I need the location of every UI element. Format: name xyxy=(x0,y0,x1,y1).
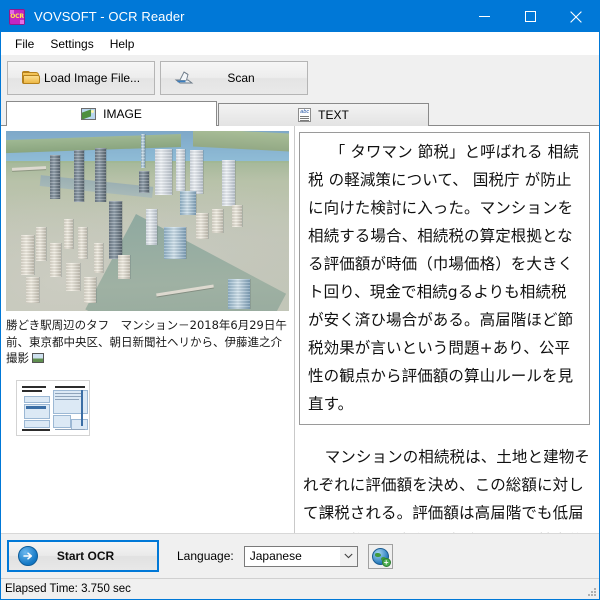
image-icon xyxy=(81,108,96,120)
menu-bar: File Settings Help xyxy=(1,32,599,55)
menu-item-help[interactable]: Help xyxy=(103,35,144,53)
chevron-down-icon xyxy=(340,547,357,566)
scan-button[interactable]: Scan xyxy=(160,61,308,95)
resize-grip-icon[interactable] xyxy=(587,587,597,597)
arrow-right-circle-icon xyxy=(18,546,38,566)
folder-icon xyxy=(18,71,44,85)
ocr-text-panel[interactable]: 「 タワマン 節税」と呼ばれる 相続税 の軽減策について、 国税庁 が防止に向け… xyxy=(295,126,599,533)
tab-text[interactable]: abc TEXT xyxy=(218,103,429,126)
load-image-file-label: Load Image File... xyxy=(44,71,140,85)
bottom-bar: Start OCR Language: Japanese + xyxy=(1,533,599,578)
close-button[interactable] xyxy=(553,1,599,32)
text-abc-icon: abc xyxy=(298,108,311,122)
download-language-button[interactable]: + xyxy=(368,544,393,569)
tab-image-label: IMAGE xyxy=(103,107,142,121)
menu-item-file[interactable]: File xyxy=(8,35,43,53)
ocr-paragraph-1: 「 タワマン 節税」と呼ばれる 相続税 の軽減策について、 国税庁 が防止に向け… xyxy=(308,138,581,418)
language-selected-value: Japanese xyxy=(245,549,340,563)
content-area: 勝どき駅周辺のタフ マンション－2018年6月29日午前、東京都中央区、朝日新聞… xyxy=(1,125,599,533)
minimize-button[interactable] xyxy=(461,1,507,32)
menu-item-settings[interactable]: Settings xyxy=(43,35,102,53)
close-icon xyxy=(570,11,582,23)
start-ocr-label: Start OCR xyxy=(38,549,133,563)
ocr-paragraph-2: マンションの相続税は、土地と建物それぞれに評価額を決め、この総額に対して課税され… xyxy=(303,443,590,533)
source-photo xyxy=(6,131,289,311)
language-label: Language: xyxy=(177,549,234,563)
tab-strip: IMAGE abc TEXT xyxy=(1,101,599,126)
ocr-app-icon: OCR xyxy=(9,9,25,25)
photo-thumbnail-icon xyxy=(32,353,44,363)
toolbar: Load Image File... Scan xyxy=(1,55,599,99)
app-window: OCR VOVSOFT - OCR Reader File Sett xyxy=(0,0,600,600)
photo-caption-text: 勝どき駅周辺のタフ マンション－2018年6月29日午前、東京都中央区、朝日新聞… xyxy=(6,318,287,365)
tab-image[interactable]: IMAGE xyxy=(6,101,217,126)
image-preview-panel[interactable]: 勝どき駅周辺のタフ マンション－2018年6月29日午前、東京都中央区、朝日新聞… xyxy=(1,126,295,533)
scanner-icon xyxy=(171,70,197,86)
app-icon-label: OCR xyxy=(10,14,24,20)
language-select[interactable]: Japanese xyxy=(244,546,358,567)
load-image-file-button[interactable]: Load Image File... xyxy=(7,61,155,95)
ocr-region-block-1: 「 タワマン 節税」と呼ばれる 相続税 の軽減策について、 国税庁 が防止に向け… xyxy=(299,132,590,425)
status-bar: Elapsed Time: 3.750 sec xyxy=(1,578,599,599)
tab-text-label: TEXT xyxy=(318,108,349,122)
scan-label: Scan xyxy=(197,71,285,85)
elapsed-time-text: Elapsed Time: 3.750 sec xyxy=(5,583,131,595)
minimize-icon xyxy=(479,11,490,22)
scanned-page-thumbnail[interactable] xyxy=(16,380,90,436)
photo-caption: 勝どき駅周辺のタフ マンション－2018年6月29日午前、東京都中央区、朝日新聞… xyxy=(6,317,289,367)
window-title: VOVSOFT - OCR Reader xyxy=(34,9,185,24)
title-bar: OCR VOVSOFT - OCR Reader xyxy=(1,1,599,32)
maximize-icon xyxy=(525,11,536,22)
maximize-button[interactable] xyxy=(507,1,553,32)
ocr-region-block-2: マンションの相続税は、土地と建物それぞれに評価額を決め、この総額に対して課税され… xyxy=(299,443,595,533)
window-controls xyxy=(461,1,599,32)
start-ocr-button[interactable]: Start OCR xyxy=(7,540,159,572)
globe-add-icon: + xyxy=(372,548,389,565)
